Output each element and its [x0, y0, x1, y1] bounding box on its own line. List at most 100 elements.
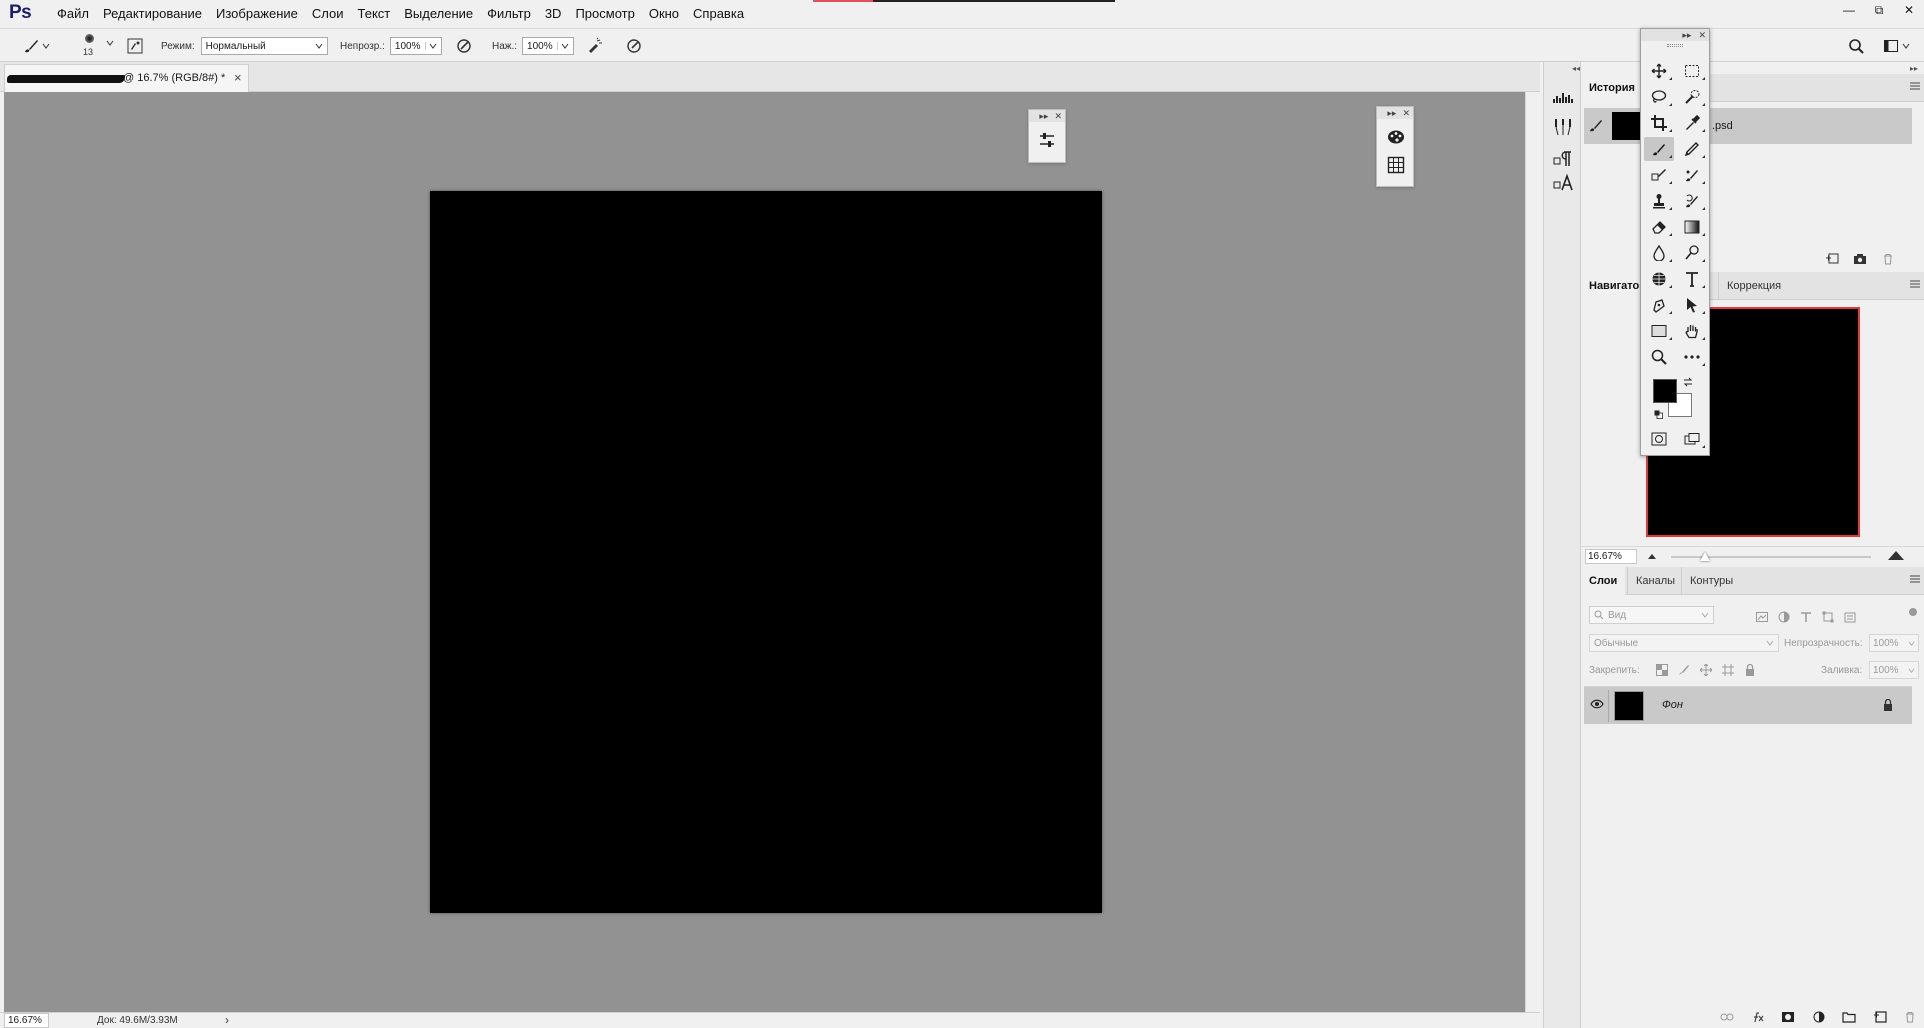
actions-panel-button[interactable]	[1552, 87, 1574, 105]
add-mask-button[interactable]	[1777, 1008, 1799, 1026]
collapse-tools-button[interactable]: ▸▸	[1678, 30, 1695, 41]
collapse-panel-button[interactable]: ▸▸	[1036, 111, 1051, 122]
menu-3d[interactable]: 3D	[538, 0, 569, 28]
lock-all-button[interactable]	[1739, 661, 1761, 679]
delete-state-button[interactable]	[1877, 250, 1899, 268]
tab-channels[interactable]: Каналы	[1627, 567, 1683, 595]
tab-history[interactable]: История	[1581, 74, 1643, 102]
edit-toolbar-button[interactable]	[1677, 345, 1707, 369]
layer-name[interactable]: Фон	[1662, 699, 1683, 711]
expand-dock-button[interactable]: ▸▸	[1910, 64, 1918, 73]
brush-tool[interactable]	[1644, 137, 1674, 161]
zoom-out-button[interactable]	[1647, 552, 1657, 560]
new-document-from-state-button[interactable]	[1821, 250, 1843, 268]
canvas-workspace[interactable]: ▸▸ ✕ ▸▸ ✕	[4, 92, 1525, 1012]
flow-field[interactable]: 100%	[522, 37, 575, 55]
search-button[interactable]	[1845, 35, 1867, 57]
zoom-field[interactable]: 16.67%	[4, 1013, 49, 1028]
brush-size-picker[interactable]: 13	[76, 32, 114, 60]
menu-text[interactable]: Текст	[351, 0, 398, 28]
default-colors-button[interactable]	[1654, 410, 1663, 419]
move-tool[interactable]	[1644, 59, 1674, 83]
new-snapshot-button[interactable]	[1849, 250, 1871, 268]
mixer-brush-tool[interactable]	[1677, 163, 1707, 187]
status-menu-arrow[interactable]: ›	[225, 1013, 229, 1027]
pen-tool[interactable]	[1644, 293, 1674, 317]
layer-row[interactable]: Фон	[1584, 686, 1912, 724]
quick-mask-button[interactable]	[1644, 427, 1674, 451]
workspace-switcher[interactable]	[1880, 35, 1910, 57]
new-adjustment-layer-button[interactable]	[1808, 1008, 1830, 1026]
blend-mode-select[interactable]: Нормальный	[200, 37, 328, 55]
link-layers-button[interactable]	[1716, 1008, 1738, 1026]
document-canvas[interactable]	[430, 191, 1102, 913]
new-layer-button[interactable]	[1869, 1008, 1891, 1026]
collapse-panel-button[interactable]: ▸▸	[1384, 108, 1399, 119]
pressure-opacity-toggle[interactable]	[453, 35, 475, 57]
collapse-dock-button[interactable]: ◂◂	[1572, 64, 1580, 73]
type-tool[interactable]	[1677, 267, 1707, 291]
lock-pixels-button[interactable]	[1673, 661, 1695, 679]
properties-button[interactable]	[1037, 130, 1057, 150]
clone-stamp-tool[interactable]	[1644, 189, 1674, 213]
menu-window[interactable]: Окно	[642, 0, 686, 28]
panel-menu-icon[interactable]	[1910, 81, 1920, 91]
close-tools-button[interactable]: ✕	[1695, 30, 1709, 41]
layer-blend-mode-select[interactable]: Обычные	[1589, 634, 1779, 652]
pressure-size-toggle[interactable]	[623, 35, 645, 57]
panel-menu-icon[interactable]	[1910, 574, 1920, 584]
rectangle-tool[interactable]	[1644, 319, 1674, 343]
tools-drag-handle[interactable]	[1667, 44, 1683, 47]
marquee-tool[interactable]	[1677, 59, 1707, 83]
menu-edit[interactable]: Редактирование	[96, 0, 209, 28]
hand-tool[interactable]	[1677, 319, 1707, 343]
healing-brush-tool[interactable]	[1644, 163, 1674, 187]
filter-adjustment-button[interactable]	[1773, 608, 1795, 626]
3d-material-tool[interactable]	[1644, 267, 1674, 291]
vertical-scrollbar[interactable]	[1525, 92, 1542, 1012]
brush-panel-toggle[interactable]	[124, 35, 146, 57]
restore-button[interactable]: ⧉	[1864, 0, 1894, 20]
menu-file[interactable]: Файл	[50, 0, 96, 28]
color-panel-button[interactable]	[1386, 127, 1406, 147]
screen-mode-button[interactable]	[1677, 427, 1707, 451]
minimize-button[interactable]: —	[1834, 0, 1864, 20]
zoom-slider-thumb[interactable]	[1700, 552, 1710, 561]
menu-help[interactable]: Справка	[686, 0, 751, 28]
close-panel-button[interactable]: ✕	[1051, 111, 1065, 122]
menu-image[interactable]: Изображение	[209, 0, 305, 28]
airbrush-toggle[interactable]	[584, 35, 606, 57]
tab-paths[interactable]: Контуры	[1681, 567, 1741, 595]
zoom-in-button[interactable]	[1887, 549, 1905, 561]
panel-menu-icon[interactable]	[1910, 279, 1920, 289]
gradient-tool[interactable]	[1677, 215, 1707, 239]
filter-shape-button[interactable]	[1817, 608, 1839, 626]
crop-tool[interactable]	[1644, 111, 1674, 135]
swap-colors-button[interactable]	[1683, 377, 1693, 387]
lock-position-button[interactable]	[1695, 661, 1717, 679]
close-panel-button[interactable]: ✕	[1399, 108, 1413, 119]
foreground-color-swatch[interactable]	[1653, 379, 1677, 403]
quick-selection-tool[interactable]	[1677, 85, 1707, 109]
blur-tool[interactable]	[1644, 241, 1674, 265]
filter-pixel-button[interactable]	[1751, 608, 1773, 626]
opacity-field[interactable]: 100%	[389, 37, 442, 55]
tab-layers[interactable]: Слои	[1581, 567, 1626, 595]
document-tab[interactable]: @ 16.7% (RGB/8#) * ×	[4, 64, 249, 92]
menu-view[interactable]: Просмотр	[568, 0, 641, 28]
lock-artboard-button[interactable]	[1717, 661, 1739, 679]
history-snapshot[interactable]: .psd	[1584, 108, 1912, 144]
eyedropper-tool[interactable]	[1677, 111, 1707, 135]
brush-presets-button[interactable]	[1552, 117, 1574, 137]
close-window-button[interactable]: ✕	[1894, 0, 1924, 20]
layer-opacity-field[interactable]: 100%	[1869, 634, 1919, 652]
eraser-tool[interactable]	[1644, 215, 1674, 239]
tab-adjustments[interactable]: Коррекция	[1718, 272, 1789, 300]
filter-type-button[interactable]	[1795, 608, 1817, 626]
filter-smart-object-button[interactable]	[1839, 608, 1861, 626]
tab-navigator[interactable]: Навигатор	[1581, 272, 1645, 300]
menu-select[interactable]: Выделение	[397, 0, 480, 28]
menu-layers[interactable]: Слои	[305, 0, 351, 28]
lasso-tool[interactable]	[1644, 85, 1674, 109]
layer-style-button[interactable]	[1747, 1008, 1769, 1026]
